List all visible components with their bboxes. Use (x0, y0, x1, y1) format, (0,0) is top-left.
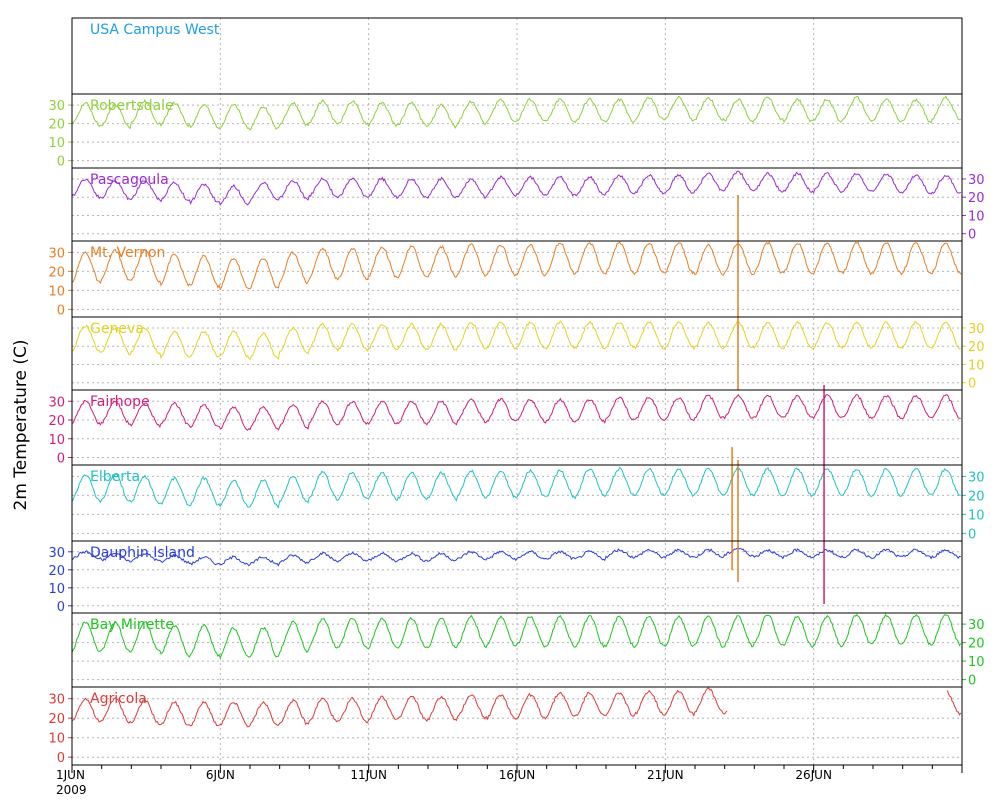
series-label: Geneva (90, 321, 144, 337)
series-line (71, 320, 961, 360)
series-line (71, 393, 961, 431)
y-tick-label: 20 (968, 489, 985, 504)
y-tick-label: 20 (48, 118, 65, 133)
series-line (71, 466, 961, 509)
y-tick-label: 10 (48, 284, 65, 299)
y-axis-label: 2m Temperature (C) (11, 339, 31, 510)
y-tick-label: 30 (48, 99, 65, 114)
x-tick-label: 1JUN (56, 768, 85, 782)
y-tick-label: 10 (48, 136, 65, 151)
chart-svg: USA Campus West Robertsdale 0 10 20 30 Pascago… (11, 17, 985, 797)
y-tick-label: 20 (48, 712, 65, 727)
series-label: Fairhope (90, 394, 150, 410)
x-tick-label: 26JUN (795, 768, 832, 782)
y-tick-label: 10 (48, 582, 65, 597)
series-label: Dauphin Island (90, 545, 195, 561)
series-line (71, 613, 962, 660)
y-tick-label: 0 (57, 303, 65, 318)
y-tick-label: 30 (968, 618, 985, 633)
y-tick-label: 30 (48, 395, 65, 410)
y-tick-label: 0 (968, 228, 976, 243)
y-tick-label: 10 (48, 732, 65, 747)
y-tick-label: 0 (57, 600, 65, 615)
series-label: Robertsdale (90, 98, 174, 114)
y-tick-label: 20 (968, 340, 985, 355)
y-tick-label: 10 (968, 508, 985, 523)
y-tick-label: 20 (48, 414, 65, 429)
y-tick-label: 20 (48, 564, 65, 579)
series-label: Agricola (90, 691, 147, 707)
y-tick-label: 0 (968, 527, 976, 542)
y-tick-label: 30 (968, 470, 985, 485)
series-line (71, 95, 962, 131)
grid-layer (72, 18, 963, 765)
y-tick-label: 20 (968, 191, 985, 206)
x-tick-label: 6JUN (206, 768, 235, 782)
series-label: Bay Minette (90, 617, 174, 633)
series-label: Elberta (90, 469, 140, 485)
y-tick-label: 0 (968, 674, 976, 689)
y-tick-label: 20 (48, 265, 65, 280)
plot-frame (71, 17, 963, 766)
y-tick-label: 30 (48, 546, 65, 561)
y-tick-label: 10 (968, 358, 985, 373)
y-tick-label: 30 (48, 693, 65, 708)
y-tick-label: 10 (968, 209, 985, 224)
x-tick-label: 21JUN (647, 768, 684, 782)
series-line (71, 170, 962, 206)
series-line (71, 547, 961, 567)
series-line (71, 241, 962, 291)
x-year-label: 2009 (56, 783, 87, 797)
y-tick-label: 0 (57, 155, 65, 170)
y-tick-label: 0 (968, 377, 976, 392)
y-tick-label: 0 (57, 751, 65, 766)
x-tick-label: 11JUN (350, 768, 387, 782)
y-tick-label: 30 (48, 246, 65, 261)
chart-root: USA Campus West Robertsdale 0 10 20 30 Pascago… (0, 0, 1000, 800)
series-label: Pascagoula (90, 172, 169, 188)
y-tick-label: 20 (968, 637, 985, 652)
y-tick-label: 10 (968, 655, 985, 670)
x-tick-label: 16JUN (499, 768, 536, 782)
series-line (71, 687, 962, 728)
y-tick-label: 30 (968, 322, 985, 337)
y-tick-label: 10 (48, 433, 65, 448)
series-label: Mt. Vernon (90, 245, 165, 261)
series-label: USA Campus West (90, 22, 220, 38)
series-layer (71, 95, 962, 728)
y-tick-label: 30 (968, 173, 985, 188)
y-tick-label: 0 (57, 452, 65, 467)
